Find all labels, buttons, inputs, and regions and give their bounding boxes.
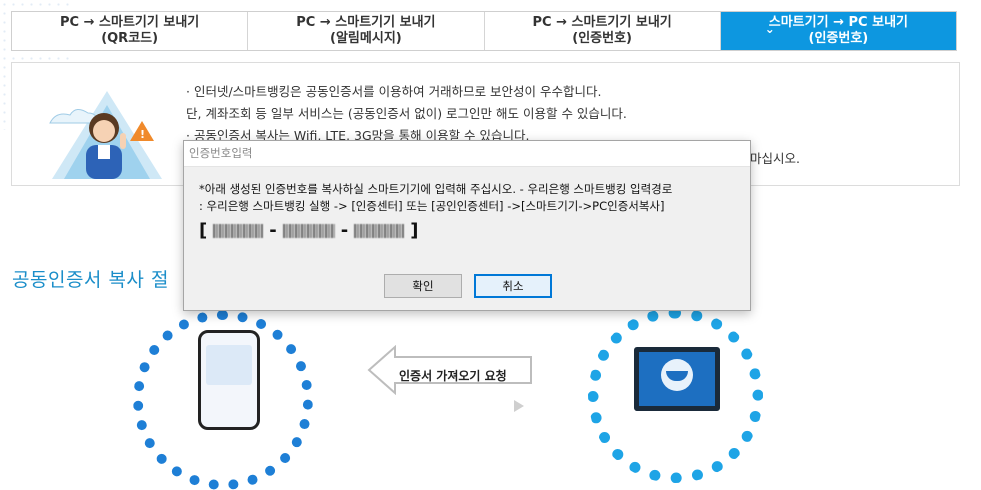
code-dash: -	[269, 220, 277, 241]
info-line: · 인터넷/스마트뱅킹은 공동인증서를 이용하여 거래하므로 보안성이 우수합니…	[186, 84, 602, 99]
tab-sublabel: (알림메시지)	[330, 31, 402, 46]
auth-code: [ - - ]	[199, 220, 418, 241]
info-line: 단, 계좌조회 등 일부 서비스는 (공동인증서 없이) 로그인만 해도 이용할…	[186, 106, 627, 121]
tab-label: PC → 스마트기기 보내기	[532, 15, 672, 30]
dialog-message: *아래 생성된 인증번호를 복사하실 스마트기기에 입력해 주십시오. - 우리…	[199, 181, 672, 215]
right-arrow-icon	[514, 400, 524, 412]
tab-pc-to-smart-code[interactable]: PC → 스마트기기 보내기 (인증번호)	[485, 12, 721, 50]
info-line-trailing: 마십시오.	[750, 151, 800, 166]
arrow-label: 인증서 가져오기 요청	[399, 369, 507, 383]
ok-button[interactable]: 확인	[384, 274, 462, 298]
dialog-title[interactable]: 인증번호입력	[184, 141, 750, 167]
tab-label: 스마트기기 → PC 보내기	[768, 15, 908, 30]
tab-label: PC → 스마트기기 보내기	[296, 15, 436, 30]
tab-sublabel: (QR코드)	[101, 31, 159, 46]
monitor-icon	[634, 347, 720, 411]
cancel-button[interactable]: 취소	[474, 274, 552, 298]
tab-smart-to-pc-code[interactable]: ⌄ 스마트기기 → PC 보내기 (인증번호)	[720, 12, 956, 50]
tab-sublabel: (인증번호)	[572, 31, 632, 46]
tab-label: PC → 스마트기기 보내기	[60, 15, 200, 30]
code-bracket-open: [	[199, 220, 208, 241]
code-dash: -	[340, 220, 349, 241]
dialog-message-line: : 우리은행 스마트뱅킹 실행 -> [인증센터] 또는 [공인인증센터] ->…	[199, 199, 665, 213]
section-title: 공동인증서 복사 절	[12, 269, 169, 291]
svg-text:!: !	[140, 128, 145, 141]
tab-pc-to-smart-push[interactable]: PC → 스마트기기 보내기 (알림메시지)	[248, 12, 485, 50]
dialog-message-line: *아래 생성된 인증번호를 복사하실 스마트기기에 입력해 주십시오. - 우리…	[199, 182, 673, 196]
banker-illustration-icon: !	[49, 91, 162, 179]
code-segment-redacted	[354, 223, 405, 238]
smartphone-icon	[198, 330, 260, 430]
tab-pc-to-smart-qr[interactable]: PC → 스마트기기 보내기 (QR코드)	[12, 12, 249, 50]
chevron-down-icon: ⌄	[764, 22, 775, 36]
info-text: · 인터넷/스마트뱅킹은 공동인증서를 이용하여 거래하므로 보안성이 우수합니…	[186, 81, 627, 147]
transfer-tabs: PC → 스마트기기 보내기 (QR코드) PC → 스마트기기 보내기 (알림…	[11, 11, 957, 51]
tab-sublabel: (인증번호)	[808, 31, 869, 46]
code-segment-redacted	[282, 223, 335, 238]
bank-logo-icon	[661, 359, 693, 391]
code-segment-redacted	[213, 223, 264, 238]
auth-code-dialog: 인증번호입력 *아래 생성된 인증번호를 복사하실 스마트기기에 입력해 주십시…	[183, 140, 751, 311]
code-bracket-close: ]	[410, 220, 419, 241]
